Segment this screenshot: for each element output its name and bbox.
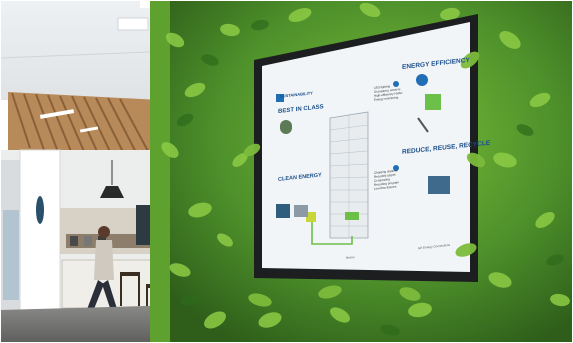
section-energy-efficiency: ENERGY EFFICIENCY (402, 56, 470, 71)
section-best-in-class: BEST IN CLASS (278, 104, 324, 115)
ceiling-light (117, 17, 149, 31)
wall-sign (36, 196, 44, 224)
section-clean-energy: CLEAN ENERGY (278, 172, 322, 183)
screen-content: SUSTAINABILITY BEST IN CLASS ENERGY EFFI… (268, 1, 490, 260)
screen-header: SUSTAINABILITY (280, 90, 313, 99)
photo-scene: SUSTAINABILITY BEST IN CLASS ENERGY EFFI… (0, 0, 573, 343)
recycle-bullet: Low-flow fixtures (374, 184, 397, 191)
